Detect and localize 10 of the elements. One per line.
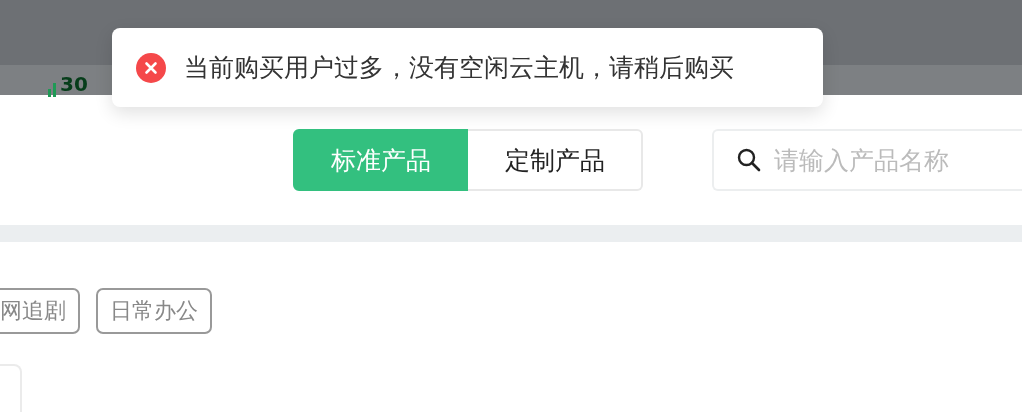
product-tab[interactable]: 定制产品: [468, 129, 643, 191]
tag-chip[interactable]: 日常办公: [96, 288, 212, 334]
speed-reading: 30: [60, 73, 88, 95]
error-icon: [136, 52, 166, 83]
product-tab[interactable]: 标准产品: [293, 129, 468, 191]
tag-chip[interactable]: 网追剧: [0, 288, 80, 334]
search-field[interactable]: 请输入产品名称: [712, 129, 1022, 191]
bars-icon: [48, 83, 56, 97]
toast-message: 当前购买用户过多，没有空闲云主机，请稍后购买: [184, 52, 734, 84]
search-icon: [736, 147, 762, 173]
